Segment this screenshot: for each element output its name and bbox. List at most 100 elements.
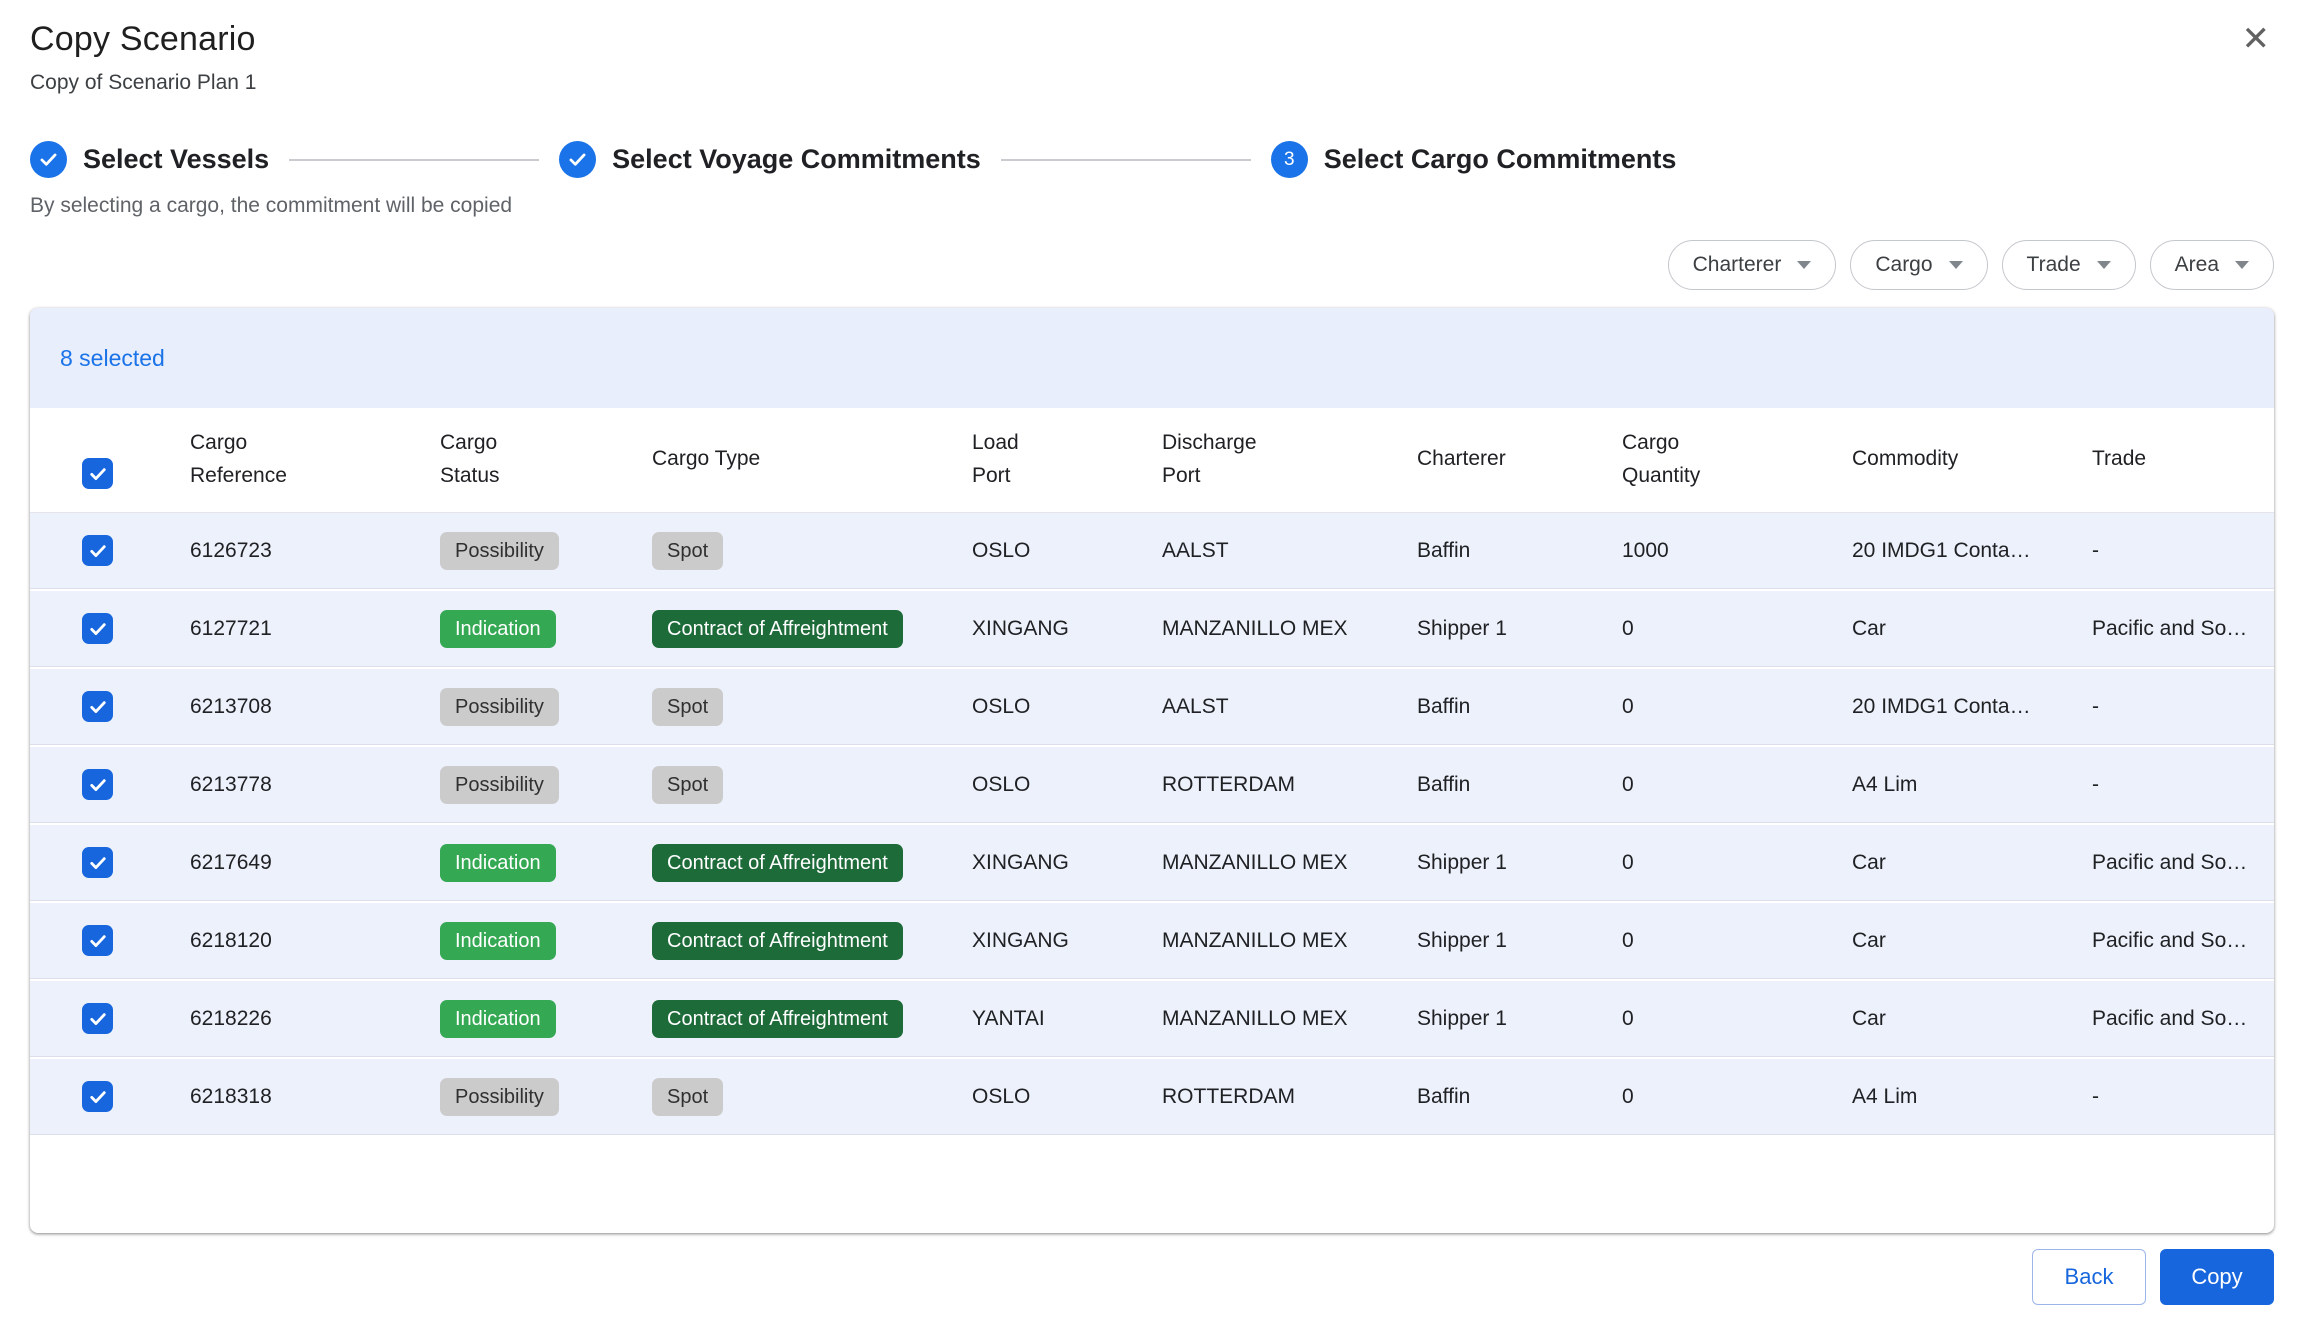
cargo-commitments-panel: 8 selected Cargo ReferenceCargo StatusCa… xyxy=(30,308,2274,1233)
step-select-vessels[interactable]: Select Vessels xyxy=(30,141,269,178)
table-row[interactable]: 6217649 Indication Contract of Affreight… xyxy=(30,824,2274,902)
row-checkbox[interactable] xyxy=(82,691,113,722)
cargo-reference-cell: 6218120 xyxy=(160,902,410,980)
charterer-cell: Shipper 1 xyxy=(1387,590,1592,668)
chevron-down-icon xyxy=(2235,261,2249,269)
table-row[interactable]: 6213708 Possibility Spot OSLO AALST Baff… xyxy=(30,668,2274,746)
table-row[interactable]: 6218120 Indication Contract of Affreight… xyxy=(30,902,2274,980)
table-row[interactable]: 6213778 Possibility Spot OSLO ROTTERDAM … xyxy=(30,746,2274,824)
filter-label: Trade xyxy=(2027,253,2081,277)
table-row[interactable]: 6126723 Possibility Spot OSLO AALST Baff… xyxy=(30,512,2274,590)
row-checkbox[interactable] xyxy=(82,925,113,956)
row-checkbox[interactable] xyxy=(82,1003,113,1034)
charterer-cell: Shipper 1 xyxy=(1387,980,1592,1058)
trade-cell: Pacific and So… xyxy=(2062,902,2274,980)
cargo-reference-cell: 6213778 xyxy=(160,746,410,824)
cargo-type-badge: Contract of Affreightment xyxy=(652,610,903,648)
column-header: Load Port xyxy=(942,408,1132,512)
column-header: Charterer xyxy=(1387,408,1592,512)
cargo-status-badge: Possibility xyxy=(440,766,559,804)
chevron-down-icon xyxy=(2097,261,2111,269)
table-row[interactable]: 6218226 Indication Contract of Affreight… xyxy=(30,980,2274,1058)
cargo-quantity-cell: 0 xyxy=(1592,824,1822,902)
cargo-status-badge: Indication xyxy=(440,844,556,882)
step-select-voyage-commitments[interactable]: Select Voyage Commitments xyxy=(559,141,981,178)
table-row[interactable]: 6218318 Possibility Spot OSLO ROTTERDAM … xyxy=(30,1058,2274,1136)
dialog-header: Copy Scenario Copy of Scenario Plan 1 ✕ xyxy=(30,20,2274,95)
charterer-cell: Baffin xyxy=(1387,668,1592,746)
column-header: Discharge Port xyxy=(1132,408,1387,512)
discharge-port-cell: ROTTERDAM xyxy=(1132,1058,1387,1136)
copy-scenario-dialog: Copy Scenario Copy of Scenario Plan 1 ✕ … xyxy=(0,0,2304,1332)
stepper-connector xyxy=(289,159,539,161)
discharge-port-cell: ROTTERDAM xyxy=(1132,746,1387,824)
select-all-checkbox[interactable] xyxy=(82,458,113,489)
cargo-status-badge: Possibility xyxy=(440,688,559,726)
trade-cell: - xyxy=(2062,746,2274,824)
cargo-quantity-cell: 0 xyxy=(1592,590,1822,668)
column-header: Cargo Status xyxy=(410,408,622,512)
load-port-cell: OSLO xyxy=(942,1058,1132,1136)
commodity-cell: Car xyxy=(1822,590,2062,668)
load-port-cell: XINGANG xyxy=(942,590,1132,668)
commodity-cell: Car xyxy=(1822,902,2062,980)
column-header: Trade xyxy=(2062,408,2274,512)
row-checkbox[interactable] xyxy=(82,847,113,878)
step-label: Select Voyage Commitments xyxy=(612,144,981,175)
cargo-type-badge: Spot xyxy=(652,532,723,570)
discharge-port-cell: AALST xyxy=(1132,512,1387,590)
row-checkbox[interactable] xyxy=(82,769,113,800)
charterer-filter-dropdown[interactable]: Charterer xyxy=(1668,240,1837,290)
step-number-badge: 3 xyxy=(1271,141,1308,178)
trade-cell: Pacific and So… xyxy=(2062,980,2274,1058)
cargo-reference-cell: 6217649 xyxy=(160,824,410,902)
back-button[interactable]: Back xyxy=(2032,1249,2146,1305)
cargo-status-badge: Indication xyxy=(440,922,556,960)
dialog-subtitle: Copy of Scenario Plan 1 xyxy=(30,71,2274,95)
cargo-quantity-cell: 1000 xyxy=(1592,512,1822,590)
charterer-cell: Baffin xyxy=(1387,512,1592,590)
charterer-cell: Shipper 1 xyxy=(1387,902,1592,980)
cargo-type-badge: Spot xyxy=(652,688,723,726)
cargo-reference-cell: 6127721 xyxy=(160,590,410,668)
area-filter-dropdown[interactable]: Area xyxy=(2150,240,2274,290)
step-label: Select Cargo Commitments xyxy=(1324,144,1677,175)
cargo-status-badge: Possibility xyxy=(440,1078,559,1116)
cargo-type-badge: Contract of Affreightment xyxy=(652,1000,903,1038)
cargo-commitments-table: Cargo ReferenceCargo StatusCargo TypeLoa… xyxy=(30,408,2274,1137)
load-port-cell: OSLO xyxy=(942,668,1132,746)
step-complete-check-icon xyxy=(559,141,596,178)
table-row[interactable]: 6127721 Indication Contract of Affreight… xyxy=(30,590,2274,668)
filter-label: Area xyxy=(2175,253,2219,277)
load-port-cell: OSLO xyxy=(942,512,1132,590)
discharge-port-cell: MANZANILLO MEX xyxy=(1132,824,1387,902)
filter-label: Cargo xyxy=(1875,253,1932,277)
row-checkbox[interactable] xyxy=(82,1081,113,1112)
commodity-cell: 20 IMDG1 Conta… xyxy=(1822,668,2062,746)
load-port-cell: XINGANG xyxy=(942,902,1132,980)
cargo-type-badge: Contract of Affreightment xyxy=(652,844,903,882)
row-checkbox[interactable] xyxy=(82,613,113,644)
filter-label: Charterer xyxy=(1693,253,1782,277)
cargo-quantity-cell: 0 xyxy=(1592,980,1822,1058)
trade-filter-dropdown[interactable]: Trade xyxy=(2002,240,2136,290)
commodity-cell: A4 Lim xyxy=(1822,1058,2062,1136)
load-port-cell: OSLO xyxy=(942,746,1132,824)
cargo-type-badge: Spot xyxy=(652,1078,723,1116)
cargo-reference-cell: 6126723 xyxy=(160,512,410,590)
cargo-filter-dropdown[interactable]: Cargo xyxy=(1850,240,1987,290)
column-header: Cargo Reference xyxy=(160,408,410,512)
row-checkbox[interactable] xyxy=(82,535,113,566)
cargo-reference-cell: 6213708 xyxy=(160,668,410,746)
cargo-status-badge: Indication xyxy=(440,610,556,648)
cargo-status-badge: Indication xyxy=(440,1000,556,1038)
step-select-cargo-commitments[interactable]: 3 Select Cargo Commitments xyxy=(1271,141,1677,178)
trade-cell: - xyxy=(2062,512,2274,590)
commodity-cell: Car xyxy=(1822,980,2062,1058)
table-header-row: Cargo ReferenceCargo StatusCargo TypeLoa… xyxy=(30,408,2274,512)
column-header: Commodity xyxy=(1822,408,2062,512)
discharge-port-cell: MANZANILLO MEX xyxy=(1132,980,1387,1058)
close-icon[interactable]: ✕ xyxy=(2242,22,2271,56)
copy-button[interactable]: Copy xyxy=(2160,1249,2274,1305)
chevron-down-icon xyxy=(1797,261,1811,269)
